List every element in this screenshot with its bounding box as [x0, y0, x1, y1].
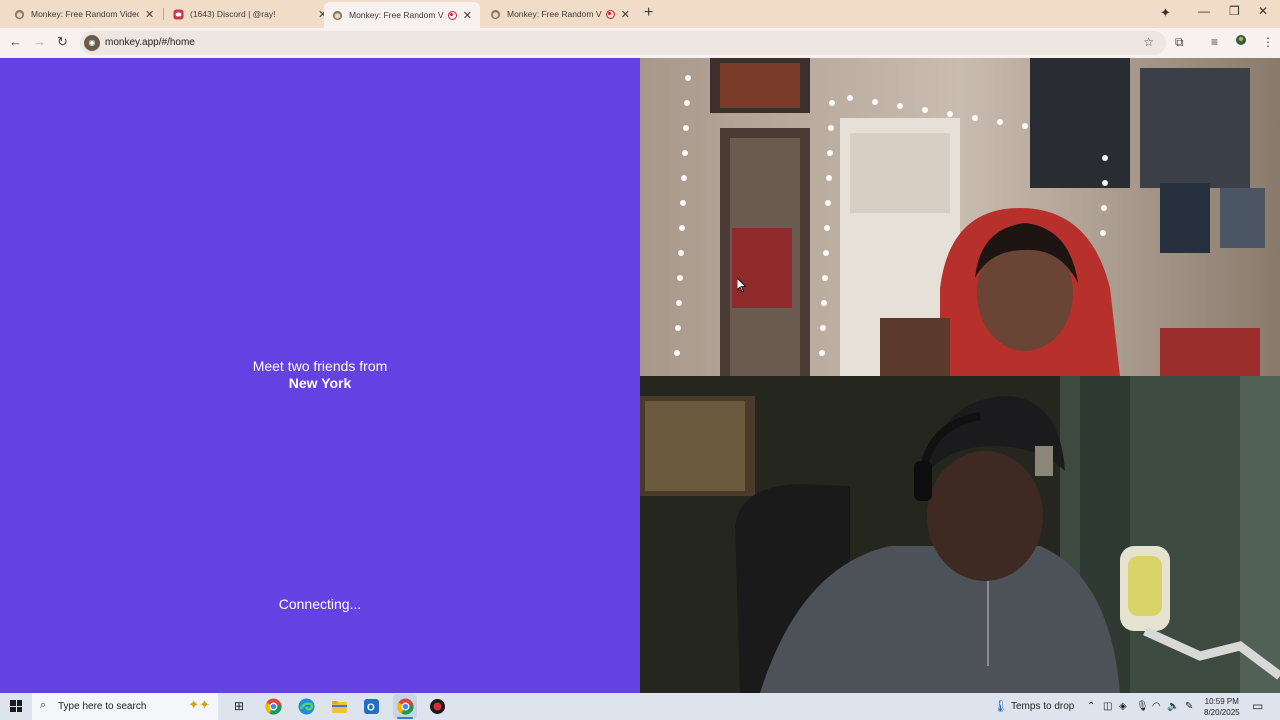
copilot-sparkle-icon: ✦✦ [188, 697, 210, 712]
volume-icon[interactable]: 🔈 [1167, 701, 1179, 712]
media-controls-icon[interactable]: ≡ [1211, 35, 1218, 49]
profile-icon[interactable] [1235, 34, 1247, 48]
mouse-cursor-icon [737, 278, 746, 292]
search-icon: ⌕ [40, 699, 47, 711]
search-placeholder: Type here to search [58, 701, 147, 712]
tab-monkey-1[interactable]: Monkey: Free Random Video Ch ✕ [6, 2, 162, 26]
tab-title: (1643) Discord | @ray! [190, 9, 276, 19]
microphone-icon[interactable]: 🎙 [1136, 701, 1149, 712]
tab-search-icon[interactable]: ⧉ [1175, 35, 1184, 50]
windows-taskbar: ⌕ Type here to search ✦✦ ⊞ O 🌡 Temps to … [0, 693, 1280, 720]
close-tab-icon[interactable]: ✕ [463, 9, 472, 22]
browser-toolbar: ← → ↻ ◉ monkey.app/#/home ☆ ⧉ ≡ ⋮ [0, 28, 1280, 58]
address-bar[interactable]: ◉ monkey.app/#/home ☆ [80, 31, 1166, 55]
location-text: New York [288, 375, 352, 391]
recording-icon [605, 9, 615, 19]
minimize-button[interactable]: — [1198, 4, 1210, 18]
monkey-icon [14, 9, 25, 19]
close-tab-icon[interactable]: ✕ [621, 8, 630, 21]
tab-strip: Monkey: Free Random Video Ch ✕ (1643) Di… [0, 0, 1280, 28]
discord-icon [173, 8, 184, 20]
site-info-icon[interactable]: ◉ [84, 35, 100, 51]
tab-title: Monkey: Free Random Vide [349, 10, 444, 20]
monkey-icon [332, 10, 343, 20]
tab-monkey-active[interactable]: Monkey: Free Random Vide ✕ [324, 2, 480, 28]
chrome-icon[interactable] [265, 698, 282, 715]
tab-title: Monkey: Free Random Vide [507, 9, 602, 19]
bookmark-star-icon[interactable]: ☆ [1143, 35, 1154, 49]
pen-icon[interactable]: ✎ [1185, 701, 1193, 712]
forward-button[interactable]: → [33, 34, 46, 49]
svg-text:O: O [367, 703, 375, 714]
connecting-panel: Meet two friends from New York Connectin… [0, 58, 640, 693]
video-feed-top [640, 58, 1280, 376]
recorder-app-icon[interactable] [429, 698, 446, 715]
clock[interactable]: 10:59 PM 8/20/2025 [1204, 696, 1240, 718]
recording-icon [447, 10, 457, 20]
show-hidden-icons[interactable]: ⌃ [1087, 701, 1095, 712]
new-tab-button[interactable]: + [644, 4, 653, 22]
date-text: 8/20/2025 [1204, 708, 1240, 717]
windows-start-button[interactable] [10, 700, 22, 712]
url-text: monkey.app/#/home [105, 37, 195, 48]
weather-text[interactable]: Temps to drop [1011, 701, 1074, 712]
gemini-sparkle-icon[interactable]: ✦ [1160, 5, 1171, 21]
weather-icon[interactable]: 🌡 [993, 699, 1008, 713]
vpn-tray-icon[interactable]: ◈ [1119, 701, 1127, 712]
wifi-icon[interactable]: ◠ [1152, 701, 1161, 712]
file-explorer-icon[interactable] [331, 698, 348, 715]
video-feed-bottom [640, 376, 1280, 693]
connecting-status: Connecting... [278, 596, 362, 612]
back-button[interactable]: ← [9, 34, 22, 49]
close-tab-icon[interactable]: ✕ [145, 8, 154, 21]
active-indicator [397, 717, 413, 719]
tab-monkey-3[interactable]: Monkey: Free Random Vide ✕ [482, 2, 638, 26]
close-window-button[interactable]: ✕ [1258, 4, 1268, 18]
camera-tray-icon[interactable]: ◫ [1103, 701, 1112, 712]
tab-title: Monkey: Free Random Video Ch [31, 9, 139, 19]
notifications-icon[interactable]: ▭ [1252, 699, 1263, 713]
match-info: Meet two friends from New York [0, 358, 640, 392]
maximize-button[interactable]: ❐ [1229, 4, 1240, 18]
tab-separator [163, 8, 164, 20]
video-frame-top [640, 58, 1280, 376]
task-view-icon[interactable]: ⊞ [234, 699, 244, 713]
monkey-icon [490, 9, 501, 19]
time-text: 10:59 PM [1204, 697, 1239, 706]
meet-text: Meet two friends from [252, 358, 388, 374]
taskbar-search-box[interactable]: ⌕ Type here to search ✦✦ [32, 693, 218, 720]
chrome-active-icon [397, 698, 414, 715]
menu-kebab-icon[interactable]: ⋮ [1262, 35, 1274, 49]
video-frame-bottom [640, 376, 1280, 693]
outlook-icon[interactable]: O [363, 698, 380, 715]
edge-icon[interactable] [298, 698, 315, 715]
reload-button[interactable]: ↻ [57, 34, 68, 50]
tab-discord[interactable]: (1643) Discord | @ray! ✕ [165, 2, 335, 26]
